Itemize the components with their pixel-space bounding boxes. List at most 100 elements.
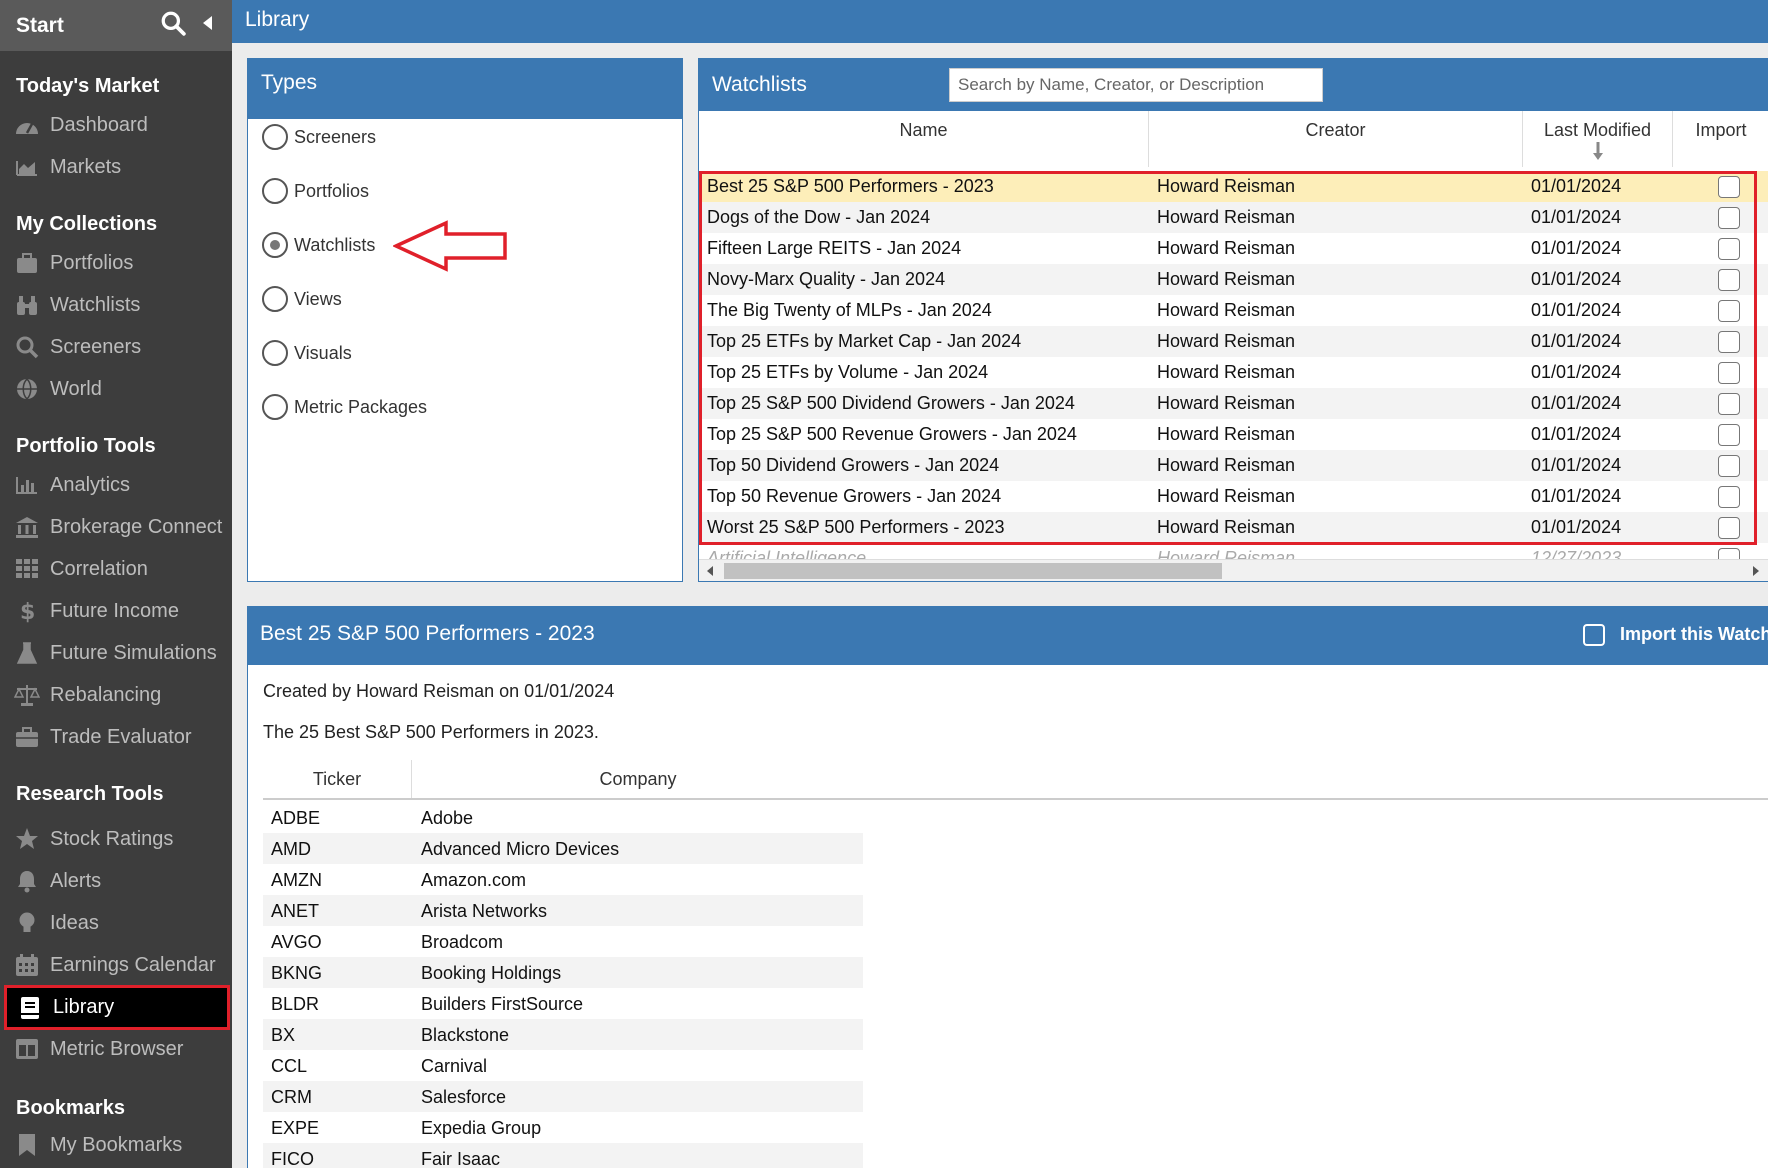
table-row[interactable]: AVGO Broadcom [263,926,863,957]
sidebar-item-trade-evaluator[interactable]: Trade Evaluator [0,716,232,758]
star-icon [14,826,40,852]
sidebar-item-future-simulations[interactable]: Future Simulations [0,632,232,674]
table-row[interactable]: EXPE Expedia Group [263,1112,863,1143]
table-row[interactable]: AMZN Amazon.com [263,864,863,895]
table-row[interactable]: Dogs of the Dow - Jan 2024 Howard Reisma… [699,202,1768,233]
type-option-visuals[interactable]: Visuals [262,338,352,368]
import-checkbox[interactable] [1718,517,1740,539]
sidebar-item-future-income[interactable]: $ Future Income [0,590,232,632]
scroll-left-icon[interactable] [705,565,715,577]
sidebar-item-portfolios[interactable]: Portfolios [0,242,232,284]
page-title: Library [245,8,310,31]
scroll-right-icon[interactable] [1751,565,1761,577]
horizontal-scrollbar[interactable] [699,559,1768,581]
ticker-table-header: Ticker Company [263,760,1768,800]
table-row[interactable]: ANET Arista Networks [263,895,863,926]
import-checkbox[interactable] [1718,424,1740,446]
column-header-ticker[interactable]: Ticker [263,760,412,798]
table-row[interactable]: BLDR Builders FirstSource [263,988,863,1019]
search-icon[interactable] [160,10,186,41]
import-checkbox[interactable] [1718,269,1740,291]
sidebar-item-stock-ratings[interactable]: Stock Ratings [0,818,232,860]
sidebar-item-watchlists[interactable]: Watchlists [0,284,232,326]
sidebar-item-dashboard[interactable]: Dashboard [0,104,232,146]
table-row[interactable]: FICO Fair Isaac [263,1143,863,1168]
import-checkbox[interactable] [1718,176,1740,198]
watchlist-search-input[interactable] [949,68,1323,102]
table-row[interactable]: BX Blackstone [263,1019,863,1050]
import-checkbox[interactable] [1718,207,1740,229]
sidebar-item-rebalancing[interactable]: Rebalancing [0,674,232,716]
sidebar-item-library[interactable]: Library [4,985,230,1030]
column-header-last-modified[interactable]: Last Modified [1523,111,1673,167]
column-header-company[interactable]: Company [413,760,863,798]
type-option-screeners[interactable]: Screeners [262,122,376,152]
type-option-views[interactable]: Views [262,284,342,314]
sidebar-item-earnings-calendar[interactable]: Earnings Calendar [0,944,232,986]
import-watchlist-checkbox[interactable] [1583,624,1605,646]
binoculars-icon [14,292,40,318]
bar-chart-icon [14,472,40,498]
table-row[interactable]: CRM Salesforce [263,1081,863,1112]
table-row[interactable]: BKNG Booking Holdings [263,957,863,988]
table-row[interactable]: Novy-Marx Quality - Jan 2024 Howard Reis… [699,264,1768,295]
radio-button[interactable] [262,394,288,420]
import-checkbox[interactable] [1718,362,1740,384]
sidebar-item-analytics[interactable]: Analytics [0,464,232,506]
sidebar-item-alerts[interactable]: Alerts [0,860,232,902]
table-row[interactable]: Fifteen Large REITS - Jan 2024 Howard Re… [699,233,1768,264]
globe-icon [14,376,40,402]
sidebar-item-world[interactable]: World [0,368,232,410]
section-my-collections: My Collections [16,213,158,235]
table-row[interactable]: Worst 25 S&P 500 Performers - 2023 Howar… [699,512,1768,543]
table-row[interactable]: The Big Twenty of MLPs - Jan 2024 Howard… [699,295,1768,326]
radio-button[interactable] [262,286,288,312]
sidebar-item-correlation[interactable]: Correlation [0,548,232,590]
table-row[interactable]: Top 50 Dividend Growers - Jan 2024 Howar… [699,450,1768,481]
collapse-sidebar-icon[interactable] [200,14,214,37]
type-option-portfolios[interactable]: Portfolios [262,176,369,206]
table-row[interactable]: Top 25 S&P 500 Dividend Growers - Jan 20… [699,388,1768,419]
sidebar-item-metric-browser[interactable]: Metric Browser [0,1028,232,1070]
toolbox-icon [14,724,40,750]
section-bookmarks: Bookmarks [16,1097,125,1119]
radio-button[interactable] [262,340,288,366]
import-checkbox[interactable] [1718,300,1740,322]
sidebar-item-screeners[interactable]: Screeners [0,326,232,368]
column-header-name[interactable]: Name [699,111,1149,167]
left-arrow-annotation-icon [393,220,507,272]
import-checkbox[interactable] [1718,486,1740,508]
watchlists-title: Watchlists [712,73,807,96]
import-checkbox[interactable] [1718,393,1740,415]
radio-button[interactable] [262,124,288,150]
section-todays-market: Today's Market [16,75,160,97]
radio-button[interactable] [262,178,288,204]
table-row[interactable]: AMD Advanced Micro Devices [263,833,863,864]
bell-icon [14,868,40,894]
scrollbar-thumb[interactable] [724,563,1222,579]
type-option-watchlists[interactable]: Watchlists [262,230,375,260]
table-row[interactable]: Top 50 Revenue Growers - Jan 2024 Howard… [699,481,1768,512]
column-header-import: Import [1695,120,1747,140]
page-header: Library [232,0,1768,43]
table-row[interactable]: ADBE Adobe [263,802,863,833]
import-checkbox[interactable] [1718,331,1740,353]
import-watchlist-label[interactable]: Import this Watchlist [1620,624,1768,645]
sidebar-item-my-bookmarks[interactable]: My Bookmarks [0,1124,232,1166]
radio-button-selected[interactable] [262,232,288,258]
sidebar-item-ideas[interactable]: Ideas [0,902,232,944]
import-checkbox[interactable] [1718,238,1740,260]
type-option-metric-packages[interactable]: Metric Packages [262,392,427,422]
start-label[interactable]: Start [16,14,64,38]
section-research-tools: Research Tools [16,783,164,805]
types-title: Types [261,71,318,94]
table-row[interactable]: Top 25 ETFs by Volume - Jan 2024 Howard … [699,357,1768,388]
sidebar-item-brokerage-connect[interactable]: Brokerage Connect [0,506,232,548]
table-row[interactable]: Top 25 S&P 500 Revenue Growers - Jan 202… [699,419,1768,450]
table-row[interactable]: CCL Carnival [263,1050,863,1081]
import-checkbox[interactable] [1718,455,1740,477]
column-header-creator[interactable]: Creator [1149,111,1523,167]
table-row[interactable]: Top 25 ETFs by Market Cap - Jan 2024 How… [699,326,1768,357]
table-row[interactable]: Best 25 S&P 500 Performers - 2023 Howard… [699,171,1768,202]
sidebar-item-markets[interactable]: Markets [0,146,232,188]
